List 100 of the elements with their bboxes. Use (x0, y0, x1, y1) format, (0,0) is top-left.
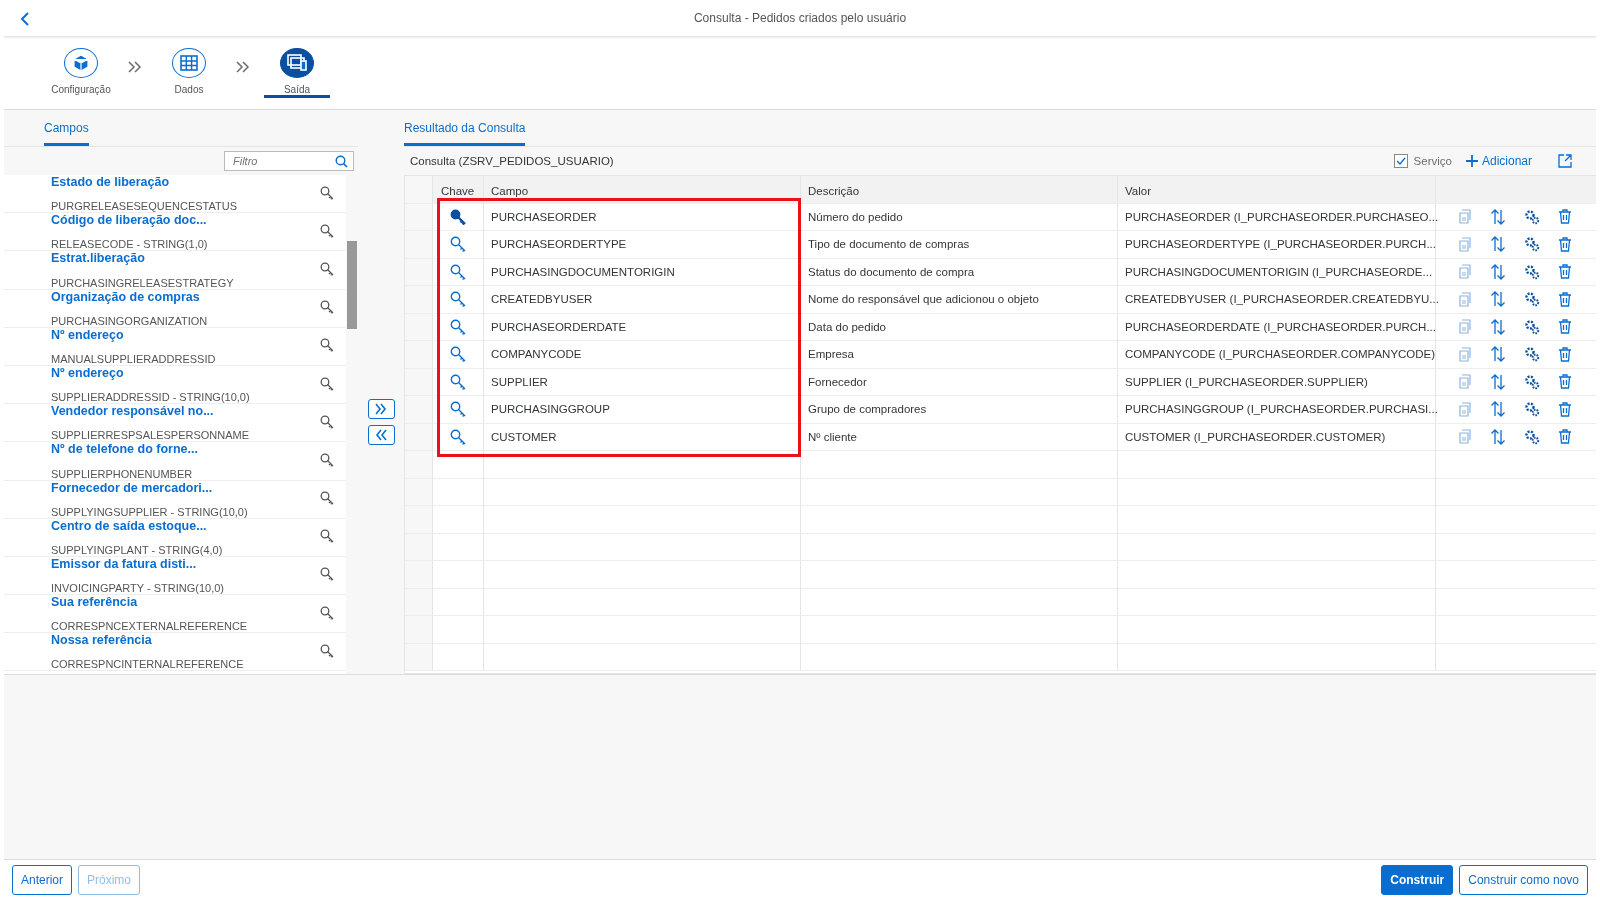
delete-icon[interactable] (1558, 401, 1572, 417)
column-header: Descrição (801, 176, 1118, 203)
sort-icon[interactable] (1490, 236, 1506, 253)
field-label: Nº endereço (51, 327, 125, 342)
sort-icon[interactable] (1490, 428, 1506, 445)
delete-icon[interactable] (1558, 291, 1572, 307)
field-technical-name: PURGRELEASESEQUENCESTATUS (51, 200, 239, 213)
sort-icon[interactable] (1490, 346, 1506, 363)
table-cell: PURCHASEORDERTYPE (484, 231, 801, 258)
search-icon[interactable] (335, 155, 348, 168)
key-icon (320, 376, 334, 393)
table-cell: Tipo de documento de compras (801, 231, 1118, 258)
key-icon (320, 643, 334, 660)
delete-icon[interactable] (1558, 374, 1572, 390)
settings-icon[interactable] (1524, 428, 1540, 445)
field-list-item[interactable]: Sua referência CORRESPNCEXTERNALREFERENCE (4, 595, 346, 634)
table-cell: COMPANYCODE (484, 341, 801, 368)
table-cell: PURCHASINGGROUP (484, 396, 801, 423)
chevron-icon (128, 61, 142, 73)
table-cell: CUSTOMER (484, 423, 801, 450)
field-technical-name: SUPPLIERRESPSALESPERSONNAME (51, 429, 251, 442)
field-list-item[interactable]: Vendedor responsável no... SUPPLIERRESPSALESPERSONNAME (4, 404, 346, 443)
move-left-button[interactable] (367, 425, 395, 445)
sort-icon[interactable] (1490, 318, 1506, 335)
field-list-item[interactable]: Nossa referência CORRESPNCINTERNALREFERENCE (4, 633, 346, 672)
settings-icon[interactable] (1524, 318, 1540, 335)
table-cell: Fornecedor (801, 368, 1118, 395)
table-cell: SUPPLIER (484, 368, 801, 395)
wizard-step[interactable]: Dados (156, 37, 222, 98)
field-technical-name: CORRESPNCINTERNALREFERENCE (51, 658, 245, 671)
field-list-item[interactable]: Centro de saída estoque... SUPPLYINGPLANT - STRING(4,0) (4, 518, 346, 557)
settings-icon[interactable] (1524, 346, 1540, 363)
sort-icon[interactable] (1490, 373, 1506, 390)
back-button[interactable] (18, 10, 32, 28)
fields-tab[interactable]: Campos (44, 121, 89, 146)
column-header: Chave (433, 176, 484, 203)
table-cell: PURCHASINGDOCUMENTORIGIN (484, 258, 801, 285)
key-icon (320, 414, 334, 431)
field-label: Nº endereço (51, 365, 125, 380)
settings-icon[interactable] (1524, 236, 1540, 253)
add-button[interactable]: Adicionar (1465, 154, 1532, 168)
column-header: Valor (1118, 176, 1436, 203)
delete-icon[interactable] (1558, 319, 1572, 335)
move-right-button[interactable] (367, 399, 395, 419)
delete-icon[interactable] (1558, 209, 1572, 225)
settings-icon[interactable] (1524, 291, 1540, 308)
field-label: Sua referência (51, 595, 139, 610)
field-list-item[interactable]: Organização de compras PURCHASINGORGANIZATION (4, 289, 346, 328)
delete-icon[interactable] (1558, 264, 1572, 280)
settings-icon[interactable] (1524, 373, 1540, 390)
field-label: Emissor da fatura disti... (51, 556, 198, 571)
expand-icon[interactable] (1558, 154, 1572, 168)
wizard-step[interactable]: Saída (264, 37, 330, 98)
key-icon (320, 261, 334, 278)
delete-icon[interactable] (1558, 236, 1572, 252)
footer-button[interactable]: Anterior (12, 865, 73, 895)
step-icon (172, 48, 206, 78)
result-tab[interactable]: Resultado da Consulta (404, 121, 526, 146)
footer-button[interactable]: Construir como novo (1459, 865, 1588, 895)
sort-icon[interactable] (1490, 401, 1506, 418)
delete-icon[interactable] (1558, 429, 1572, 445)
field-label: Organização de compras (51, 289, 201, 304)
field-list-item[interactable]: Estado de liberação PURGRELEASESEQUENCESTATUS (4, 175, 346, 214)
field-list-item[interactable]: Nº endereço MANUALSUPPLIERADDRESSID (4, 327, 346, 366)
field-label: Estado de liberação (51, 175, 171, 189)
table-cell: CREATEDBYUSER (484, 286, 801, 313)
double-chevron-left-icon (375, 429, 387, 441)
field-list-item[interactable]: Nº endereço SUPPLIERADDRESSID - STRING(10,0) (4, 365, 346, 405)
table-cell: COMPANYCODE (I_PURCHASEORDER.COMPANYCODE) (1118, 341, 1436, 368)
delete-icon[interactable] (1558, 346, 1572, 362)
service-checkbox[interactable] (1393, 154, 1408, 168)
field-label: Estrat.liberação (51, 251, 146, 266)
page-title: Consulta - Pedidos criados pelo usuário (693, 11, 907, 25)
key-icon (320, 223, 334, 240)
wizard-step[interactable]: Configuração (48, 37, 114, 98)
table-cell: SUPPLIER (I_PURCHASEORDER.SUPPLIER) (1118, 368, 1436, 395)
settings-icon[interactable] (1524, 401, 1540, 418)
table-cell: Número do pedido (801, 203, 1118, 230)
settings-icon[interactable] (1524, 263, 1540, 280)
scrollbar-thumb[interactable] (347, 241, 357, 329)
table-cell: PURCHASEORDERDATE (I_PURCHASEORDER.PURCH... (1118, 313, 1436, 340)
field-technical-name: SUPPLYINGSUPPLIER - STRING(10,0) (51, 505, 249, 518)
field-list-item[interactable]: Nº de telefone do forne... SUPPLIERPHONENUMBER (4, 442, 346, 481)
field-label: Nossa referência (51, 633, 153, 648)
sort-icon[interactable] (1490, 208, 1506, 225)
table-cell: CREATEDBYUSER (I_PURCHASEORDER.CREATEDBYU... (1118, 286, 1436, 313)
sort-icon[interactable] (1490, 263, 1506, 280)
field-list-item[interactable]: Código de liberação doc... RELEASECODE - STRING(1,0) (4, 213, 346, 252)
field-technical-name: PURCHASINGORGANIZATION (51, 314, 209, 327)
table-cell: Nome do responsável que adicionou o objeto (801, 286, 1118, 313)
sort-icon[interactable] (1490, 291, 1506, 308)
settings-icon[interactable] (1524, 208, 1540, 225)
field-label: Nº de telefone do forne... (51, 442, 199, 457)
footer-button[interactable]: Construir (1381, 865, 1454, 895)
field-list-item[interactable]: Emissor da fatura disti... INVOICINGPARTY - STRING(10,0) (4, 556, 346, 596)
field-list-item[interactable]: Estrat.liberação PURCHASINGRELEASESTRATEGY (4, 251, 346, 290)
field-list-item[interactable]: Fornecedor de mercadori... SUPPLYINGSUPPLIER - STRING(10,0) (4, 480, 346, 519)
field-technical-name: SUPPLIERPHONENUMBER (51, 467, 194, 480)
filter-field[interactable]: Filtro (224, 151, 354, 171)
table-cell: Grupo de compradores (801, 396, 1118, 423)
